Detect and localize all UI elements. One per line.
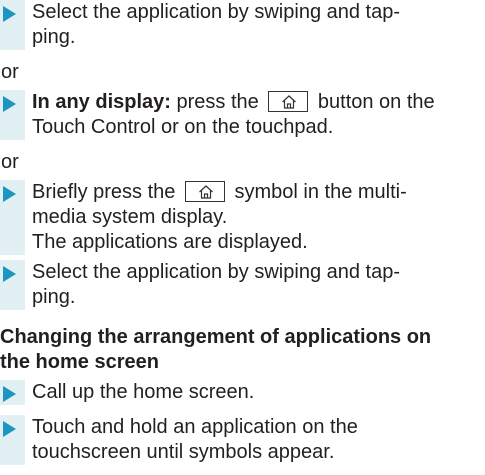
result-line: The applications are displayed.: [32, 231, 308, 253]
step-select-application-2: Select the application by swiping and ta…: [0, 260, 485, 310]
text-line: touchscreen until symbols appear.: [32, 441, 335, 463]
text-line: media system display.: [32, 206, 228, 228]
or-separator: or: [1, 151, 19, 173]
heading-line: the home screen: [0, 351, 159, 373]
home-icon: [199, 184, 213, 199]
step-text: Select the application by swiping and ta…: [32, 0, 472, 50]
step-call-up-home: Call up the home screen.: [0, 380, 485, 405]
home-icon: [282, 94, 297, 109]
heading-line: Changing the arrangement of applications…: [0, 326, 432, 348]
document-page: Select the application by swiping and ta…: [0, 0, 485, 475]
text-fragment: button on the: [312, 91, 435, 113]
text-line: Touch Control or on the touchpad.: [32, 116, 334, 138]
text-line: Call up the home screen.: [32, 381, 255, 403]
step-home-button: In any display: press the button on the …: [0, 90, 485, 140]
triangle-bullet-icon: [3, 6, 16, 22]
text-line: Briefly press the symbol in the multi-: [32, 180, 472, 205]
text-line: Touch and hold an application on the: [32, 416, 358, 438]
or-separator: or: [1, 61, 19, 83]
text-line: Select the application by swiping and ta…: [32, 1, 401, 23]
text-fragment: press the: [170, 91, 265, 113]
step-text: Select the application by swiping and ta…: [32, 260, 472, 310]
step-text: Briefly press the symbol in the multi- m…: [32, 180, 472, 255]
section-heading: Changing the arrangement of applications…: [0, 325, 431, 375]
text-fragment: Briefly press the: [32, 181, 181, 203]
text-line: In any display: press the button on the: [32, 90, 472, 115]
text-line: Select the application by swiping and ta…: [32, 261, 401, 283]
emphasis-label: In any display:: [32, 91, 171, 113]
step-text: Touch and hold an application on the tou…: [32, 415, 472, 465]
triangle-bullet-icon: [3, 386, 16, 402]
home-symbol-key: [184, 180, 225, 202]
triangle-bullet-icon: [3, 96, 16, 112]
step-text: Call up the home screen.: [32, 380, 472, 405]
triangle-bullet-icon: [3, 266, 16, 282]
text-line: ping.: [32, 286, 76, 308]
step-home-symbol: Briefly press the symbol in the multi- m…: [0, 180, 485, 255]
text-line: ping.: [32, 26, 76, 48]
text-fragment: symbol in the multi-: [228, 181, 407, 203]
triangle-bullet-icon: [3, 186, 16, 202]
step-text: In any display: press the button on the …: [32, 90, 472, 140]
home-button-key: [268, 90, 309, 112]
triangle-bullet-icon: [3, 421, 16, 437]
step-touch-and-hold: Touch and hold an application on the tou…: [0, 415, 485, 465]
step-select-application-1: Select the application by swiping and ta…: [0, 0, 485, 50]
